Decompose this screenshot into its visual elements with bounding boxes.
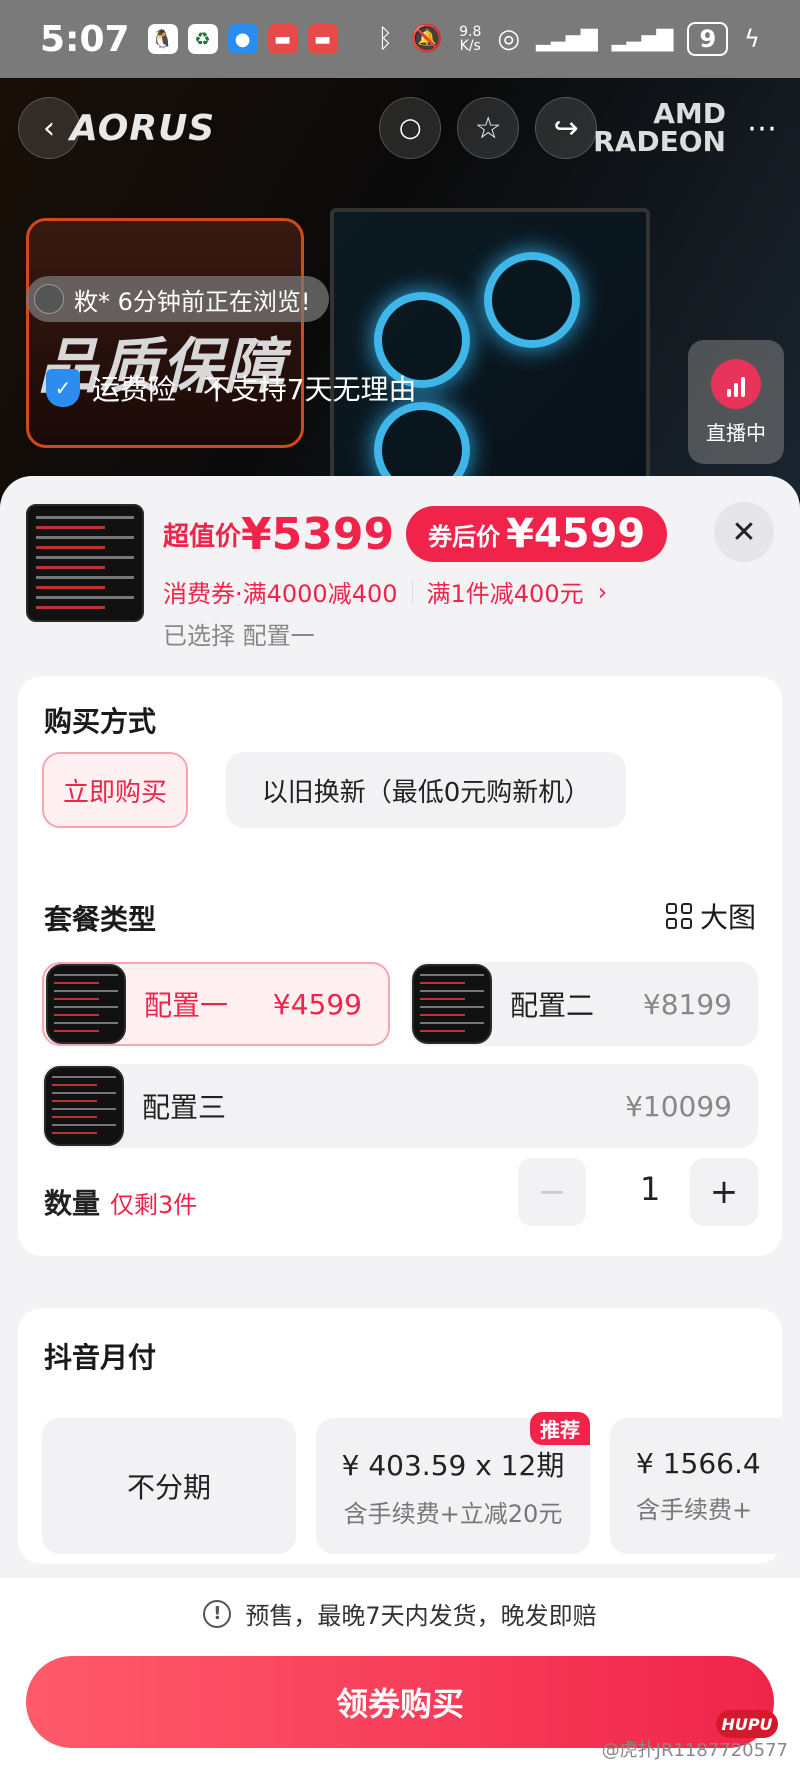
quantity-value[interactable]: 1: [640, 1170, 660, 1208]
share-icon: ↪: [553, 110, 579, 146]
net-speed: 9.8 K/s: [459, 24, 482, 54]
shield-check-icon: ✓: [46, 369, 80, 407]
bluetooth-icon: ᛒ: [377, 24, 394, 54]
stock-warning: 仅剩3件: [110, 1191, 198, 1219]
qq-app-icon: 🐧: [147, 24, 178, 54]
hero-toolbar: ‹ AORUS ○ ☆ ↪ AMD RADEON ⋯: [18, 94, 782, 162]
red-app-icon: ▬: [267, 24, 298, 54]
options-card: 购买方式 立即购买 以旧换新（最低0元购新机） 套餐类型 大图 配置一 ¥459…: [18, 676, 782, 1256]
more-button[interactable]: ⋯: [742, 97, 782, 159]
chat-app-icon: ●: [227, 24, 258, 54]
purchase-method-title: 购买方式: [44, 705, 157, 738]
shipping-text: 运费险 · 不支持7天无理由: [92, 373, 417, 406]
claim-and-buy-button[interactable]: 领券购买: [26, 1656, 774, 1748]
trade-in-option[interactable]: 以旧换新（最低0元购新机）: [226, 752, 626, 828]
coupon-price-badge: 券后价 ¥4599: [406, 506, 668, 562]
price-value: ¥5399: [241, 508, 395, 560]
package-thumbnail: [44, 1066, 124, 1146]
favorite-button[interactable]: ☆: [457, 97, 520, 159]
more-icon: ⋯: [747, 110, 777, 146]
package-option-3[interactable]: 配置三 ¥10099: [42, 1064, 758, 1148]
monthly-pay-title: 抖音月付: [44, 1341, 157, 1374]
hupu-logo: HUPU: [716, 1710, 778, 1738]
mute-icon: 🔕: [410, 24, 444, 54]
watermark: @虎扑JR1187720577: [601, 1740, 788, 1761]
browse-notice: 敉* 6分钟前正在浏览!: [26, 276, 329, 322]
signal-icon-2: ▂▃▅▇: [611, 26, 674, 52]
signal-icon: ▂▃▅▇: [536, 26, 598, 52]
close-icon: ✕: [731, 514, 757, 550]
grid-icon: [665, 903, 692, 929]
quantity-increase-button[interactable]: +: [690, 1158, 758, 1226]
presale-notice: ! 预售，最晚7天内发货，晚发即赔: [0, 1596, 800, 1631]
sku-summary: 超值价 ¥5399 券后价 ¥4599 ✕ 消费券·满4000减400 满1件减…: [0, 476, 800, 676]
hotspot-icon: ◎: [497, 24, 521, 54]
quantity-decrease-button[interactable]: −: [518, 1158, 586, 1226]
product-hero: 品质保障 ‹ AORUS ○ ☆ ↪ AMD RADEON ⋯ 敉* 6分钟前正…: [0, 78, 800, 498]
info-icon: !: [203, 1599, 232, 1628]
installment-option-none[interactable]: 不分期: [42, 1418, 296, 1554]
aorus-logo: AORUS: [70, 107, 216, 149]
wallet-app-icon: ♻: [187, 24, 218, 54]
promo-row[interactable]: 消费券·满4000减400 满1件减400元 ›: [163, 574, 607, 609]
big-picture-toggle[interactable]: 大图: [665, 896, 756, 936]
price-label: 超值价: [163, 521, 242, 552]
live-icon: [711, 358, 761, 409]
selected-variant: 已选择 配置一: [163, 622, 315, 650]
buy-now-option[interactable]: 立即购买: [42, 752, 188, 828]
close-button[interactable]: ✕: [714, 502, 774, 562]
star-icon: ☆: [474, 110, 502, 146]
package-thumbnail: [46, 964, 126, 1044]
package-option-1[interactable]: 配置一 ¥4599: [42, 962, 390, 1046]
battery-icon: 9: [687, 22, 729, 56]
price-row: 超值价 ¥5399 券后价 ¥4599: [163, 506, 668, 562]
share-button[interactable]: ↪: [535, 97, 598, 159]
bottom-action-bar: ! 预售，最晚7天内发货，晚发即赔 领券购买 HUPU @虎扑JR1187720…: [0, 1578, 800, 1768]
fan-graphic: [484, 252, 580, 348]
quantity-label: 数量 仅剩3件: [44, 1187, 198, 1220]
package-type-title: 套餐类型: [44, 903, 157, 936]
search-icon: ○: [398, 113, 422, 143]
divider: [411, 579, 413, 604]
back-arrow-icon: ‹: [43, 110, 55, 146]
package-thumbnail: [412, 964, 492, 1044]
discount-promo: 满1件减400元: [426, 580, 584, 608]
amd-radeon-logo: AMD RADEON: [593, 97, 726, 158]
pc-case-image: [330, 208, 650, 498]
search-button[interactable]: ○: [379, 97, 442, 159]
recommended-badge: 推荐: [530, 1412, 590, 1445]
avatar: [34, 284, 64, 314]
red-app-icon-2: ▬: [307, 24, 338, 54]
sku-sheet: 超值价 ¥5399 券后价 ¥4599 ✕ 消费券·满4000减400 满1件减…: [0, 476, 800, 1768]
installment-option-12[interactable]: 推荐 ¥ 403.59 x 12期 含手续费+立减20元: [316, 1412, 590, 1554]
status-bar: 5:07 🐧 ♻ ● ▬ ▬ ᛒ 🔕 9.8 K/s ◎ ▂▃▅▇ ▂▃▅▇ 9…: [0, 0, 800, 78]
coupon-promo: 消费券·满4000减400: [163, 580, 398, 608]
charging-icon: ϟ: [744, 25, 760, 53]
product-thumbnail[interactable]: [26, 504, 144, 622]
live-button[interactable]: 直播中: [688, 340, 784, 464]
installment-option-3[interactable]: ¥ 1566.4 含手续费+: [610, 1418, 782, 1554]
status-time: 5:07: [40, 18, 130, 60]
package-option-2[interactable]: 配置二 ¥8199: [410, 962, 758, 1046]
shipping-info: ✓ 运费险 · 不支持7天无理由: [46, 368, 417, 408]
chevron-right-icon: ›: [597, 577, 608, 606]
payment-card: 抖音月付 不分期 推荐 ¥ 403.59 x 12期 含手续费+立减20元 ¥ …: [18, 1308, 782, 1564]
